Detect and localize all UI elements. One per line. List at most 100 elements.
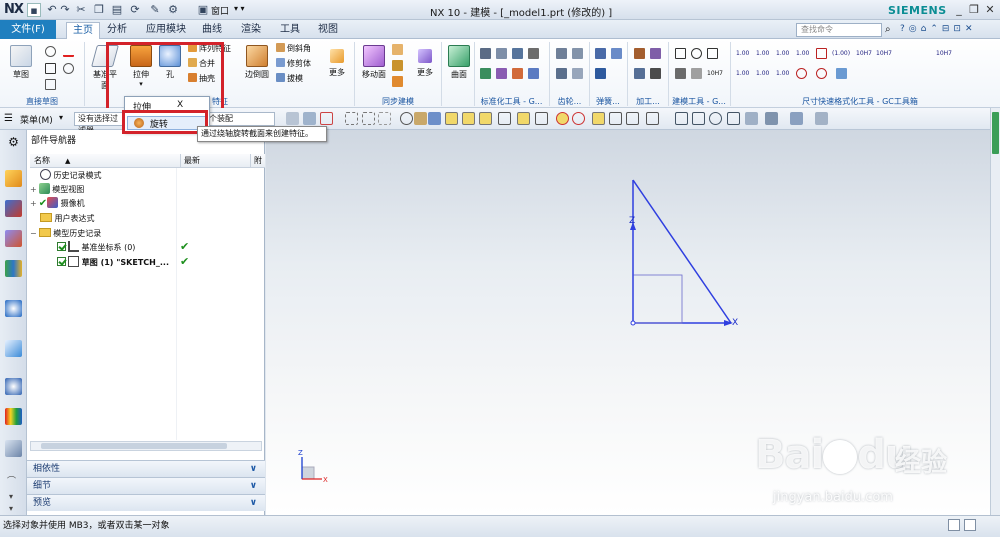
pin-icon[interactable] — [480, 68, 491, 79]
view-orient-icon[interactable] — [745, 112, 758, 125]
snap-existing-icon[interactable] — [592, 112, 605, 125]
dim-format-2[interactable]: 1.00 — [756, 48, 769, 59]
dim-format-6[interactable]: 10H7 — [856, 48, 872, 59]
profile-icon[interactable] — [45, 46, 56, 57]
process-studio-icon[interactable] — [5, 440, 22, 457]
line-icon[interactable] — [63, 46, 74, 57]
tolerance-label[interactable]: 10H7 — [707, 68, 723, 79]
spring-edit-icon[interactable] — [611, 48, 622, 59]
snap-midpoint-icon[interactable] — [462, 112, 475, 125]
tab-analysis[interactable]: 分析 — [101, 22, 133, 38]
gear-icon[interactable] — [556, 48, 567, 59]
tab-tools[interactable]: 工具 — [274, 22, 306, 38]
view-palette-handle[interactable] — [992, 112, 999, 154]
restore-button[interactable]: ❐ — [966, 2, 982, 17]
cut-icon[interactable]: ✂ — [74, 3, 88, 17]
clock-icon[interactable] — [5, 378, 22, 395]
tab-home[interactable]: 主页 — [66, 22, 100, 40]
gear-edit-icon[interactable] — [572, 48, 583, 59]
rect-select-icon[interactable] — [345, 112, 358, 125]
zoom-icon[interactable] — [692, 112, 705, 125]
tab-curve[interactable]: 曲线 — [196, 22, 228, 38]
tab-file[interactable]: 文件(F) — [0, 20, 56, 39]
dim-format-4[interactable]: 1.00 — [796, 48, 809, 59]
rotate-icon[interactable] — [709, 112, 722, 125]
window-dropdown-icon[interactable]: ▾ ▾ — [234, 4, 245, 13]
fit-view-icon[interactable] — [675, 112, 688, 125]
table-icon[interactable] — [675, 68, 686, 79]
undo-icon[interactable]: ↶ — [45, 3, 59, 17]
column-extra[interactable]: 附 — [250, 154, 262, 168]
panel-preview[interactable]: 预览 ∨ — [27, 494, 265, 511]
washer-icon[interactable] — [528, 48, 539, 59]
intersect-icon[interactable] — [535, 112, 548, 125]
bolt-icon[interactable] — [496, 48, 507, 59]
constraint-navigator-icon[interactable] — [5, 230, 22, 247]
redo-icon[interactable]: ↷ — [58, 3, 72, 17]
draft-button[interactable]: 拔模 — [276, 73, 303, 84]
column-name[interactable]: 名称 — [34, 154, 50, 168]
snap-endpoint-icon[interactable] — [445, 112, 458, 125]
pan-icon[interactable] — [727, 112, 740, 125]
cube-blue-icon[interactable] — [428, 112, 441, 125]
curve-icon[interactable] — [498, 112, 511, 125]
dim-format-9[interactable]: 1.00 — [756, 68, 769, 79]
history-icon[interactable] — [5, 340, 22, 357]
command-finder-icon[interactable]: ⚙ — [166, 3, 180, 17]
machining-icon[interactable] — [634, 48, 645, 59]
status-toggle-icon[interactable] — [948, 519, 960, 531]
gear-mesh-icon[interactable] — [556, 68, 567, 79]
square-icon[interactable] — [707, 48, 718, 59]
bearing-icon[interactable] — [512, 68, 523, 79]
machining-hole-icon[interactable] — [634, 68, 645, 79]
status-full-screen-icon[interactable] — [964, 519, 976, 531]
reuse-library-icon[interactable] — [5, 260, 22, 277]
display-icon[interactable] — [790, 112, 803, 125]
select-point-icon[interactable] — [320, 112, 333, 125]
settings-icon[interactable]: ⚙ — [5, 134, 22, 151]
gear-display-icon[interactable] — [572, 68, 583, 79]
scroll-thumb[interactable] — [41, 443, 227, 449]
snap-center-icon[interactable] — [556, 112, 569, 125]
selection-filter-dropdown[interactable]: 没有选择过滤器 — [74, 112, 126, 135]
dim-format-7[interactable]: 10H7 — [876, 48, 892, 59]
circle-icon[interactable] — [63, 63, 74, 74]
dim-format-1[interactable]: 1.00 — [736, 48, 749, 59]
collapse-icon[interactable]: − — [30, 229, 37, 238]
surface-button[interactable]: 曲面 — [444, 45, 474, 80]
dim-format-8[interactable]: 1.00 — [736, 68, 749, 79]
offset-region-icon[interactable] — [392, 60, 403, 71]
panel-details[interactable]: 细节 ∨ — [27, 477, 265, 494]
chamfer-button[interactable]: 倒斜角 — [276, 43, 311, 54]
screw-icon[interactable] — [528, 68, 539, 79]
pull-face-icon[interactable] — [392, 44, 403, 55]
system-material-icon[interactable] — [5, 408, 22, 425]
menu-icon[interactable]: ☰ — [4, 113, 16, 125]
edge-blend-button[interactable]: 边倒圆 — [240, 45, 274, 80]
tree-item-model-history[interactable]: − 模型历史记录 — [30, 227, 260, 241]
assembly-navigator-icon[interactable] — [5, 200, 22, 217]
key-icon[interactable] — [496, 68, 507, 79]
replace-face-icon[interactable] — [392, 76, 403, 87]
tab-view[interactable]: 视图 — [312, 22, 344, 38]
paste-icon[interactable]: ▤ — [110, 3, 124, 17]
tree-item-camera[interactable]: + ✔ 摄像机 — [30, 197, 260, 211]
dim-format-10[interactable]: 1.00 — [776, 68, 789, 79]
part-navigator-icon[interactable] — [5, 170, 22, 187]
visibility-checkbox[interactable] — [57, 257, 66, 266]
expand-icon[interactable]: + — [30, 185, 37, 194]
menu-pin-button[interactable]: X — [177, 100, 183, 110]
layer-icon[interactable] — [646, 112, 659, 125]
snap-control-icon[interactable] — [517, 112, 530, 125]
expand-icon[interactable]: + — [30, 199, 37, 208]
repeat-command-icon[interactable]: ⟳ — [128, 3, 142, 17]
tab-application[interactable]: 应用模块 — [140, 22, 192, 38]
arc-icon[interactable] — [45, 79, 56, 90]
trim-body-button[interactable]: 修剪体 — [276, 58, 311, 69]
nut-icon[interactable] — [512, 48, 523, 59]
right-scrollbar[interactable] — [990, 108, 1000, 515]
show-hide-icon[interactable] — [815, 112, 828, 125]
close-button[interactable]: ✕ — [982, 2, 998, 17]
column-latest[interactable]: 最新 — [180, 154, 200, 168]
menu-button[interactable]: 菜单(M) — [20, 113, 53, 126]
